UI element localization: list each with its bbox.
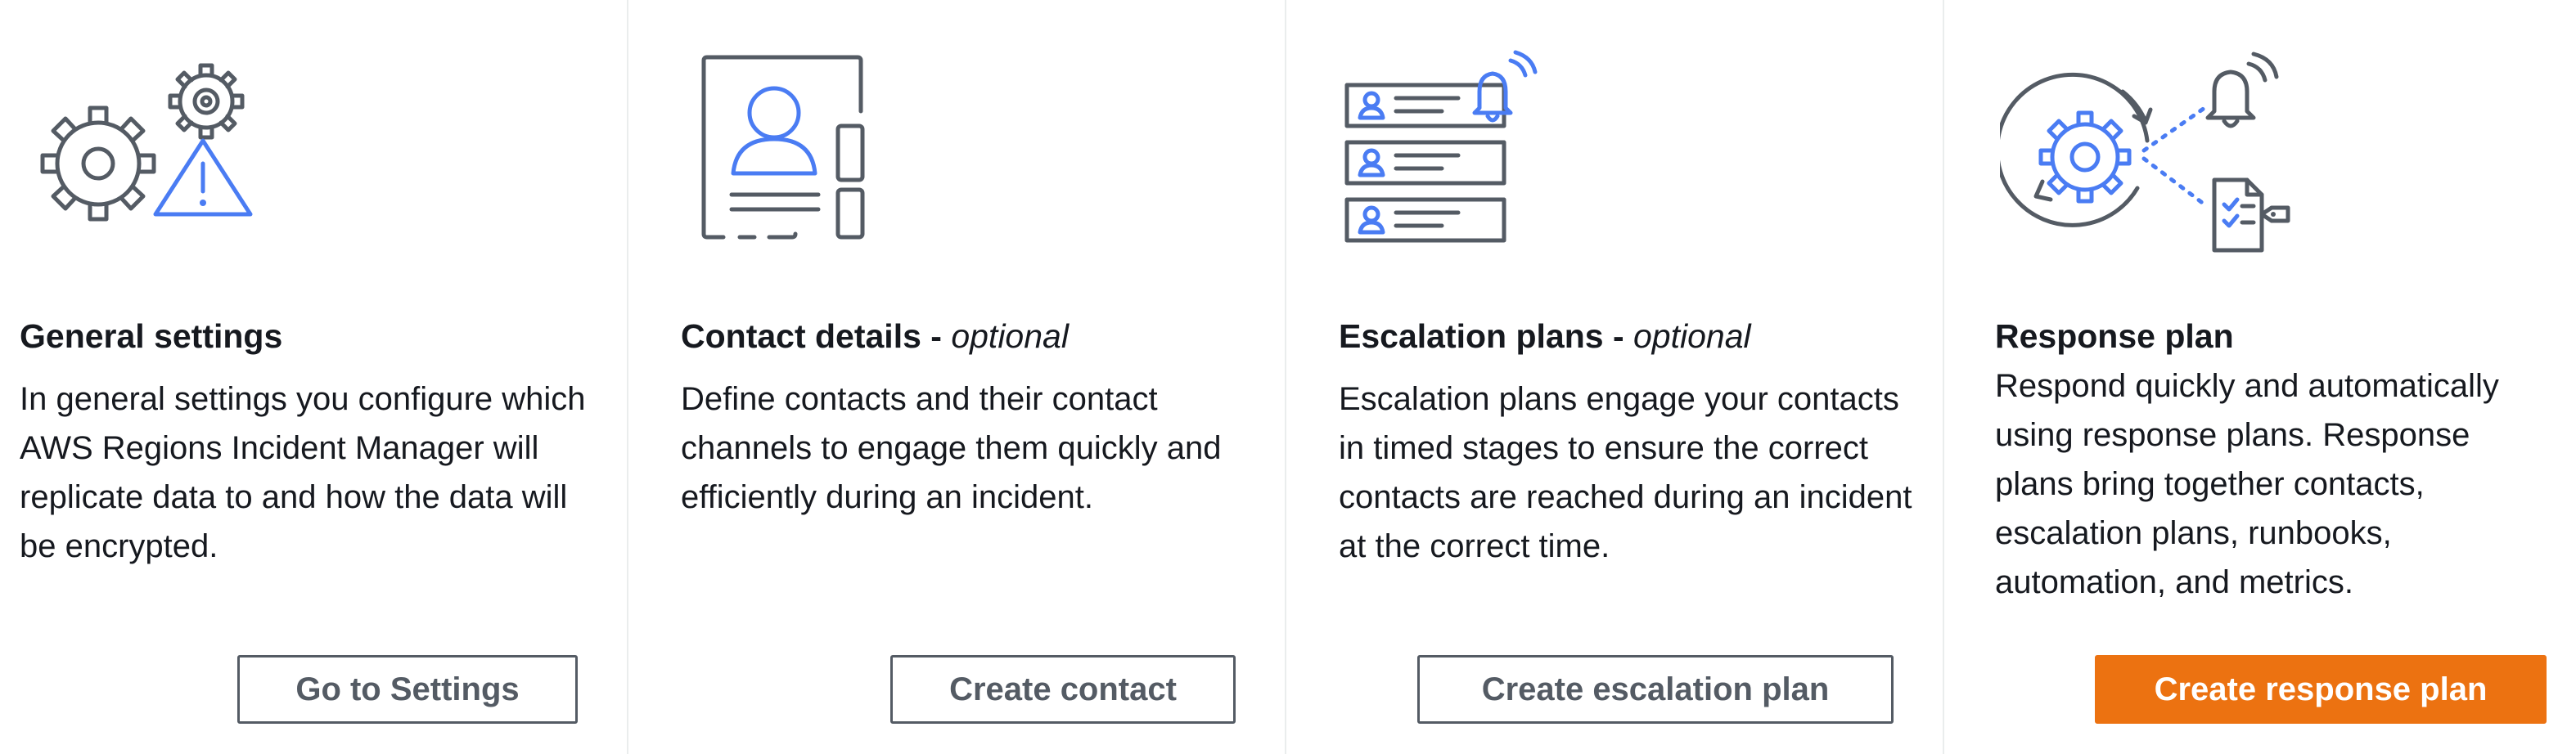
getting-started-cards: General settings In general settings you… xyxy=(0,0,2576,754)
card-divider xyxy=(627,0,628,754)
contact-book-icon xyxy=(678,49,874,254)
card-description: In general settings you configure which … xyxy=(20,381,586,564)
optional-label: optional xyxy=(951,317,1069,355)
card-contact-details: Contact details - optional Define contac… xyxy=(661,0,1288,754)
card-title-text: Contact details - xyxy=(681,317,952,355)
card-title-text: Escalation plans - xyxy=(1339,317,1633,355)
go-to-settings-button[interactable]: Go to Settings xyxy=(237,655,578,724)
card-title: Response plan xyxy=(1995,316,2556,357)
card-description: Escalation plans engage your contacts in… xyxy=(1339,381,1912,564)
card-response-plan: Response plan Respond quickly and automa… xyxy=(1975,0,2576,754)
card-escalation-plans: Escalation plans - optional Escalation p… xyxy=(1319,0,1946,754)
create-contact-button[interactable]: Create contact xyxy=(890,655,1236,724)
response-cycle-icon xyxy=(2000,44,2311,257)
card-description: Define contacts and their contact channe… xyxy=(681,381,1222,515)
card-description: Respond quickly and automatically using … xyxy=(1995,368,2499,600)
card-title-text: General settings xyxy=(20,317,283,355)
card-title: General settings xyxy=(20,316,607,357)
card-general-settings: General settings In general settings you… xyxy=(0,0,627,754)
card-divider xyxy=(1285,0,1286,754)
escalation-list-icon xyxy=(1344,49,1556,254)
card-title: Contact details - optional xyxy=(681,316,1268,357)
card-title-text: Response plan xyxy=(1995,317,2234,355)
optional-label: optional xyxy=(1633,317,1751,355)
card-title: Escalation plans - optional xyxy=(1339,316,1926,357)
create-response-plan-button[interactable]: Create response plan xyxy=(2095,655,2547,724)
create-escalation-plan-button[interactable]: Create escalation plan xyxy=(1417,655,1894,724)
gears-warning-icon xyxy=(25,49,270,245)
card-divider xyxy=(1943,0,1944,754)
